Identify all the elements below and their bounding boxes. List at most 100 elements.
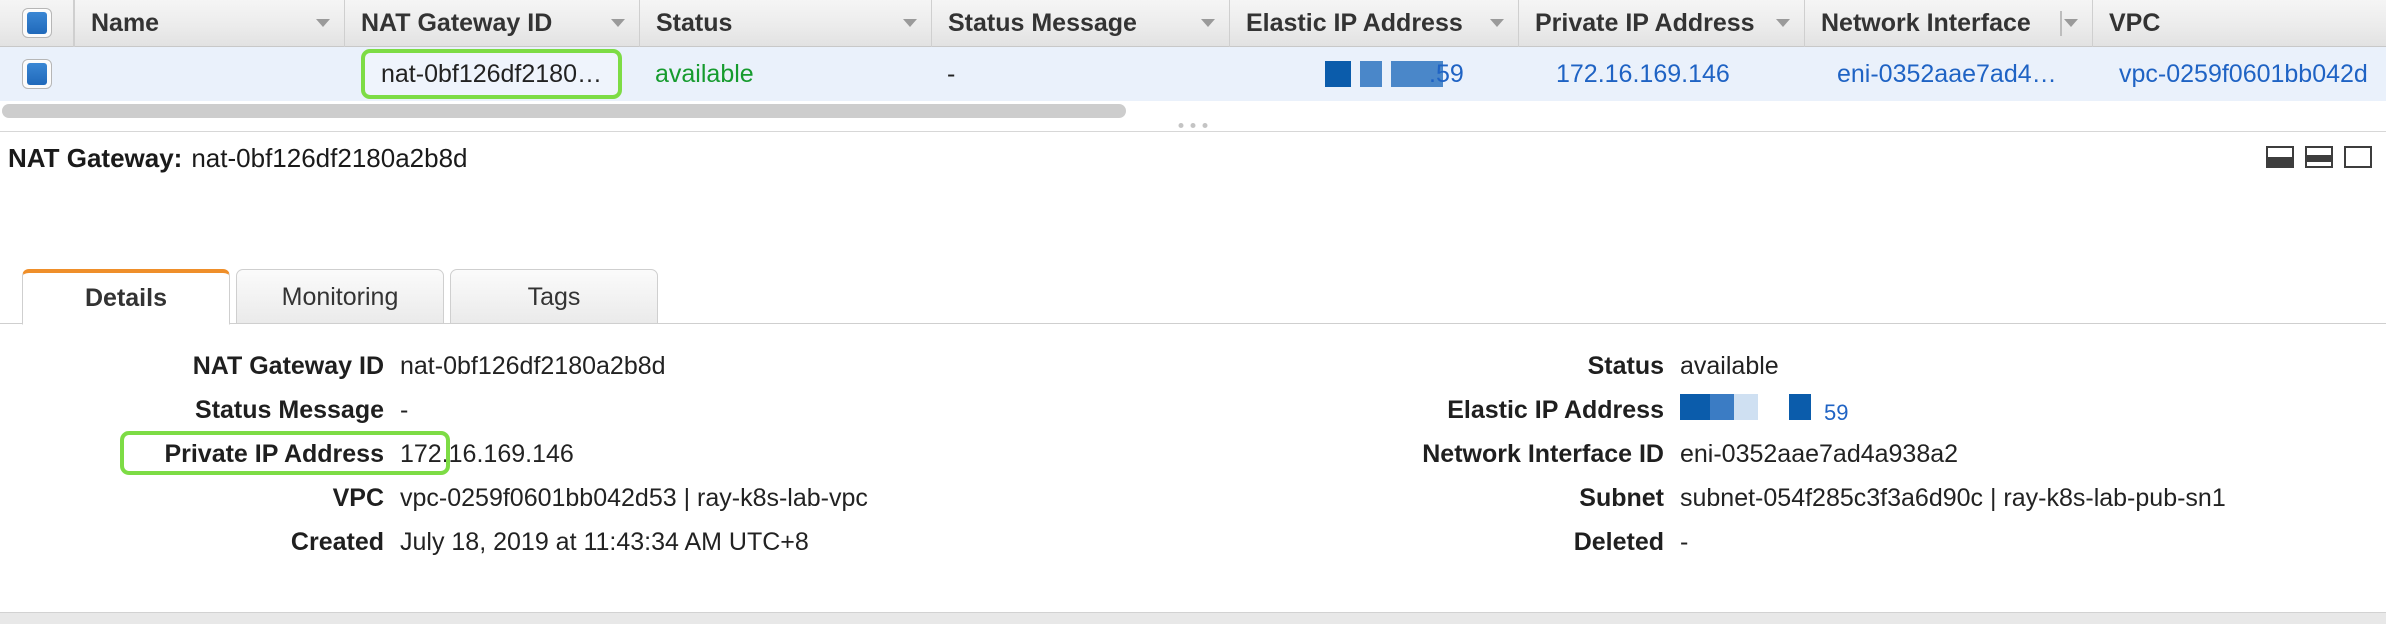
detail-field-value[interactable]: 59 (1824, 400, 1848, 425)
cell-private-ip-text[interactable]: 172.16.169.146 (1556, 60, 1730, 89)
detail-field-label: Subnet (1579, 483, 1664, 512)
status-badge: available (655, 59, 754, 88)
detail-field-status: Status available (1060, 344, 2360, 388)
detail-field-label: NAT Gateway ID (192, 351, 384, 380)
panel-splitter[interactable] (0, 120, 2386, 132)
column-header-nat-gateway-id[interactable]: NAT Gateway ID (344, 0, 639, 47)
chevron-down-icon[interactable] (1776, 19, 1790, 27)
detail-field-vpc[interactable]: VPC vpc-0259f0601bb042d53 | ray-k8s-lab-… (0, 476, 1060, 520)
detail-panel-title: NAT Gateway: nat-0bf126df2180a2b8d (0, 134, 2386, 182)
redaction-mask (1325, 61, 1443, 87)
table-row[interactable]: nat-0bf126df2180… available - .59 172.16… (0, 47, 2386, 102)
detail-field-value[interactable]: vpc-0259f0601bb042d53 | ray-k8s-lab-vpc (400, 484, 868, 513)
horizontal-scrollbar[interactable] (0, 102, 2386, 120)
row-select-cell[interactable] (0, 47, 74, 102)
column-header-name[interactable]: Name (74, 0, 344, 47)
cell-network-interface-text[interactable]: eni-0352aae7ad4… (1837, 60, 2057, 89)
column-header-label: NAT Gateway ID (361, 8, 553, 37)
select-all-checkbox[interactable] (21, 8, 52, 38)
bottom-status-bar (0, 612, 2386, 624)
detail-right-column: Status available Elastic IP Address 59 N… (1060, 344, 2360, 564)
cell-vpc-text[interactable]: vpc-0259f0601bb042d (2119, 60, 2368, 89)
chevron-down-icon[interactable] (2064, 19, 2078, 27)
chevron-down-icon[interactable] (903, 19, 917, 27)
cell-name (74, 47, 344, 102)
tab-label: Monitoring (281, 282, 399, 311)
cell-nat-gateway-id-text: nat-0bf126df2180… (380, 59, 602, 88)
splitter-grip-icon[interactable] (1178, 123, 1208, 128)
detail-field-network-interface-id[interactable]: Network Interface ID eni-0352aae7ad4a938… (1060, 432, 2360, 476)
column-header-label: Status (656, 8, 733, 37)
column-header-status-message[interactable]: Status Message (931, 0, 1229, 47)
cell-status-message-text: - (947, 59, 956, 88)
detail-field-label: Status Message (195, 395, 384, 424)
panel-layout-controls[interactable] (2266, 146, 2372, 168)
column-header-label: Status Message (948, 8, 1137, 37)
detail-field-label: VPC (332, 483, 384, 512)
detail-tabs[interactable]: Details Monitoring Tags (0, 268, 2386, 325)
tab-tags[interactable]: Tags (450, 269, 658, 325)
chevron-down-icon[interactable] (611, 19, 625, 27)
column-header-vpc[interactable]: VPC (2092, 0, 2386, 47)
layout-bottom-icon[interactable] (2266, 146, 2294, 168)
detail-field-elastic-ip-address[interactable]: Elastic IP Address 59 (1060, 388, 2360, 432)
detail-title-label: NAT Gateway: (8, 142, 183, 173)
cell-private-ip-address[interactable]: 172.16.169.146 (1518, 47, 1804, 102)
column-header-elastic-ip-address[interactable]: Elastic IP Address (1229, 0, 1518, 47)
column-header-label: VPC (2109, 8, 2161, 37)
tab-label: Tags (527, 282, 581, 311)
column-header-private-ip-address[interactable]: Private IP Address (1518, 0, 1804, 47)
column-resize-handle[interactable] (2060, 10, 2062, 36)
cell-nat-gateway-id[interactable]: nat-0bf126df2180… (344, 47, 639, 102)
column-header-status[interactable]: Status (639, 0, 931, 47)
detail-field-label: Network Interface ID (1422, 439, 1664, 468)
detail-panel-body: NAT Gateway ID nat-0bf126df2180a2b8d Sta… (0, 324, 2386, 599)
select-all-cell[interactable] (0, 0, 74, 47)
tab-details[interactable]: Details (22, 269, 230, 325)
detail-field-value: July 18, 2019 at 11:43:34 AM UTC+8 (400, 527, 809, 556)
detail-field-label: Elastic IP Address (1447, 395, 1664, 424)
chevron-down-icon[interactable] (1490, 19, 1504, 27)
detail-field-value: - (1680, 527, 1689, 556)
scrollbar-thumb[interactable] (2, 104, 1126, 118)
cell-elastic-ip-address[interactable]: .59 (1229, 47, 1518, 102)
detail-field-deleted: Deleted - (1060, 520, 2360, 564)
cell-network-interface[interactable]: eni-0352aae7ad4… (1804, 47, 2092, 102)
column-header-label: Elastic IP Address (1246, 8, 1463, 37)
row-checkbox[interactable] (22, 59, 52, 89)
column-header-label: Name (91, 8, 160, 37)
cell-vpc[interactable]: vpc-0259f0601bb042d (2092, 47, 2386, 102)
detail-field-value[interactable]: subnet-054f285c3f3a6d90c | ray-k8s-lab-p… (1680, 484, 2226, 513)
chevron-down-icon[interactable] (1201, 19, 1215, 27)
redaction-mask (1680, 393, 1811, 420)
detail-field-value-wrap: 59 (1680, 393, 1848, 427)
nat-gateway-id-highlight: nat-0bf126df2180… (360, 49, 622, 99)
detail-field-value[interactable]: 172.16.169.146 (400, 440, 574, 469)
detail-field-label: Private IP Address (164, 439, 384, 468)
detail-left-column: NAT Gateway ID nat-0bf126df2180a2b8d Sta… (0, 344, 1060, 564)
tab-monitoring[interactable]: Monitoring (236, 269, 444, 325)
detail-field-nat-gateway-id: NAT Gateway ID nat-0bf126df2180a2b8d (0, 344, 1060, 388)
detail-field-value: nat-0bf126df2180a2b8d (400, 351, 666, 380)
cell-status-message: - (931, 47, 1229, 102)
detail-field-value[interactable]: eni-0352aae7ad4a938a2 (1680, 440, 1958, 469)
tab-label: Details (85, 284, 167, 312)
detail-field-value: - (400, 395, 409, 424)
layout-split-icon[interactable] (2305, 146, 2333, 168)
detail-field-created: Created July 18, 2019 at 11:43:34 AM UTC… (0, 520, 1060, 564)
chevron-down-icon[interactable] (316, 19, 330, 27)
detail-field-private-ip-address[interactable]: Private IP Address 172.16.169.146 (0, 431, 1060, 476)
column-header-network-interface[interactable]: Network Interface (1804, 0, 2092, 47)
layout-full-icon[interactable] (2344, 146, 2372, 168)
detail-field-label: Deleted (1573, 527, 1664, 556)
detail-field-subnet[interactable]: Subnet subnet-054f285c3f3a6d90c | ray-k8… (1060, 476, 2360, 520)
column-header-label: Private IP Address (1535, 8, 1755, 37)
detail-field-label: Status (1587, 351, 1664, 380)
column-header-label: Network Interface (1821, 8, 2031, 37)
detail-field-label: Created (290, 527, 384, 556)
cell-elastic-ip-text[interactable]: .59 (1429, 60, 1464, 89)
detail-field-status-message: Status Message - (0, 388, 1060, 432)
detail-title-value: nat-0bf126df2180a2b8d (191, 142, 468, 173)
detail-field-value: available (1680, 351, 1779, 380)
cell-status: available (639, 47, 931, 102)
